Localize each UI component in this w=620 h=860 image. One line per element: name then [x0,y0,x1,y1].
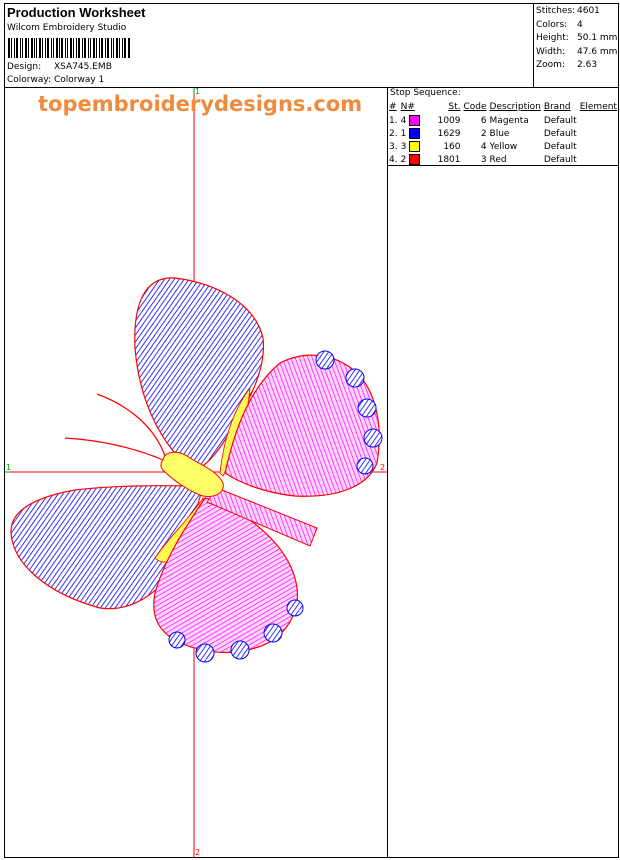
panel-divider [387,87,388,858]
page-title: Production Worksheet [7,5,146,20]
col-brand: Brand [543,102,571,112]
col-code: Code [463,102,487,112]
table-row: 1. 4 1009 6 Magenta Default [389,115,577,126]
antenna [64,437,164,461]
barcode [8,38,130,58]
axis-label-top: 1 [195,87,201,96]
stats-panel: Stitches: 4601 Colors: 4 Height: 50.1 mm Wi… [536,5,617,73]
colorway-label: Colorway: [7,75,52,85]
color-swatch [409,141,421,152]
design-label: Design: [7,62,42,72]
col-stitches: St. [448,102,461,112]
color-swatch [409,154,421,165]
stat-stitches: Stitches: 4601 [536,6,600,16]
axis-label-bottom: 2 [195,848,201,857]
col-index: # [389,102,397,112]
stat-height: Height: 50.1 mm [536,33,618,43]
axis-label-left: 1 [6,463,12,472]
stop-sequence-title: Stop Sequence: [390,88,461,98]
design-row: Design: XSA745.EMB [7,62,112,72]
table-row: 4. 2 1801 3 Red Default [389,154,577,165]
colorway-row: Colorway: Colorway 1 [7,75,104,85]
stop-sequence-header: # N# St. Code Description Brand Element [389,101,620,114]
design-value: XSA745.EMB [54,62,112,72]
col-description: Description [489,102,541,112]
col-needle: N# [400,102,415,112]
software-name: Wilcom Embroidery Studio [7,23,127,33]
table-row: 3. 3 160 4 Yellow Default [389,141,577,152]
stat-width: Width: 47.6 mm [536,46,618,57]
axis-label-right: 2 [380,463,386,472]
embroidery-preview [5,88,387,858]
color-swatch [409,128,421,139]
colorway-value: Colorway 1 [54,75,105,85]
color-swatch [409,115,421,126]
col-element: Element [579,102,617,112]
stat-zoom: Zoom: 2.63 [536,60,598,70]
stats-divider [533,3,534,88]
table-row: 2. 1 1629 2 Blue Default [389,128,577,139]
stat-colors: Colors: 4 [536,19,583,30]
stop-sequence-table: # N# St. Code Description Brand Element … [389,101,620,166]
